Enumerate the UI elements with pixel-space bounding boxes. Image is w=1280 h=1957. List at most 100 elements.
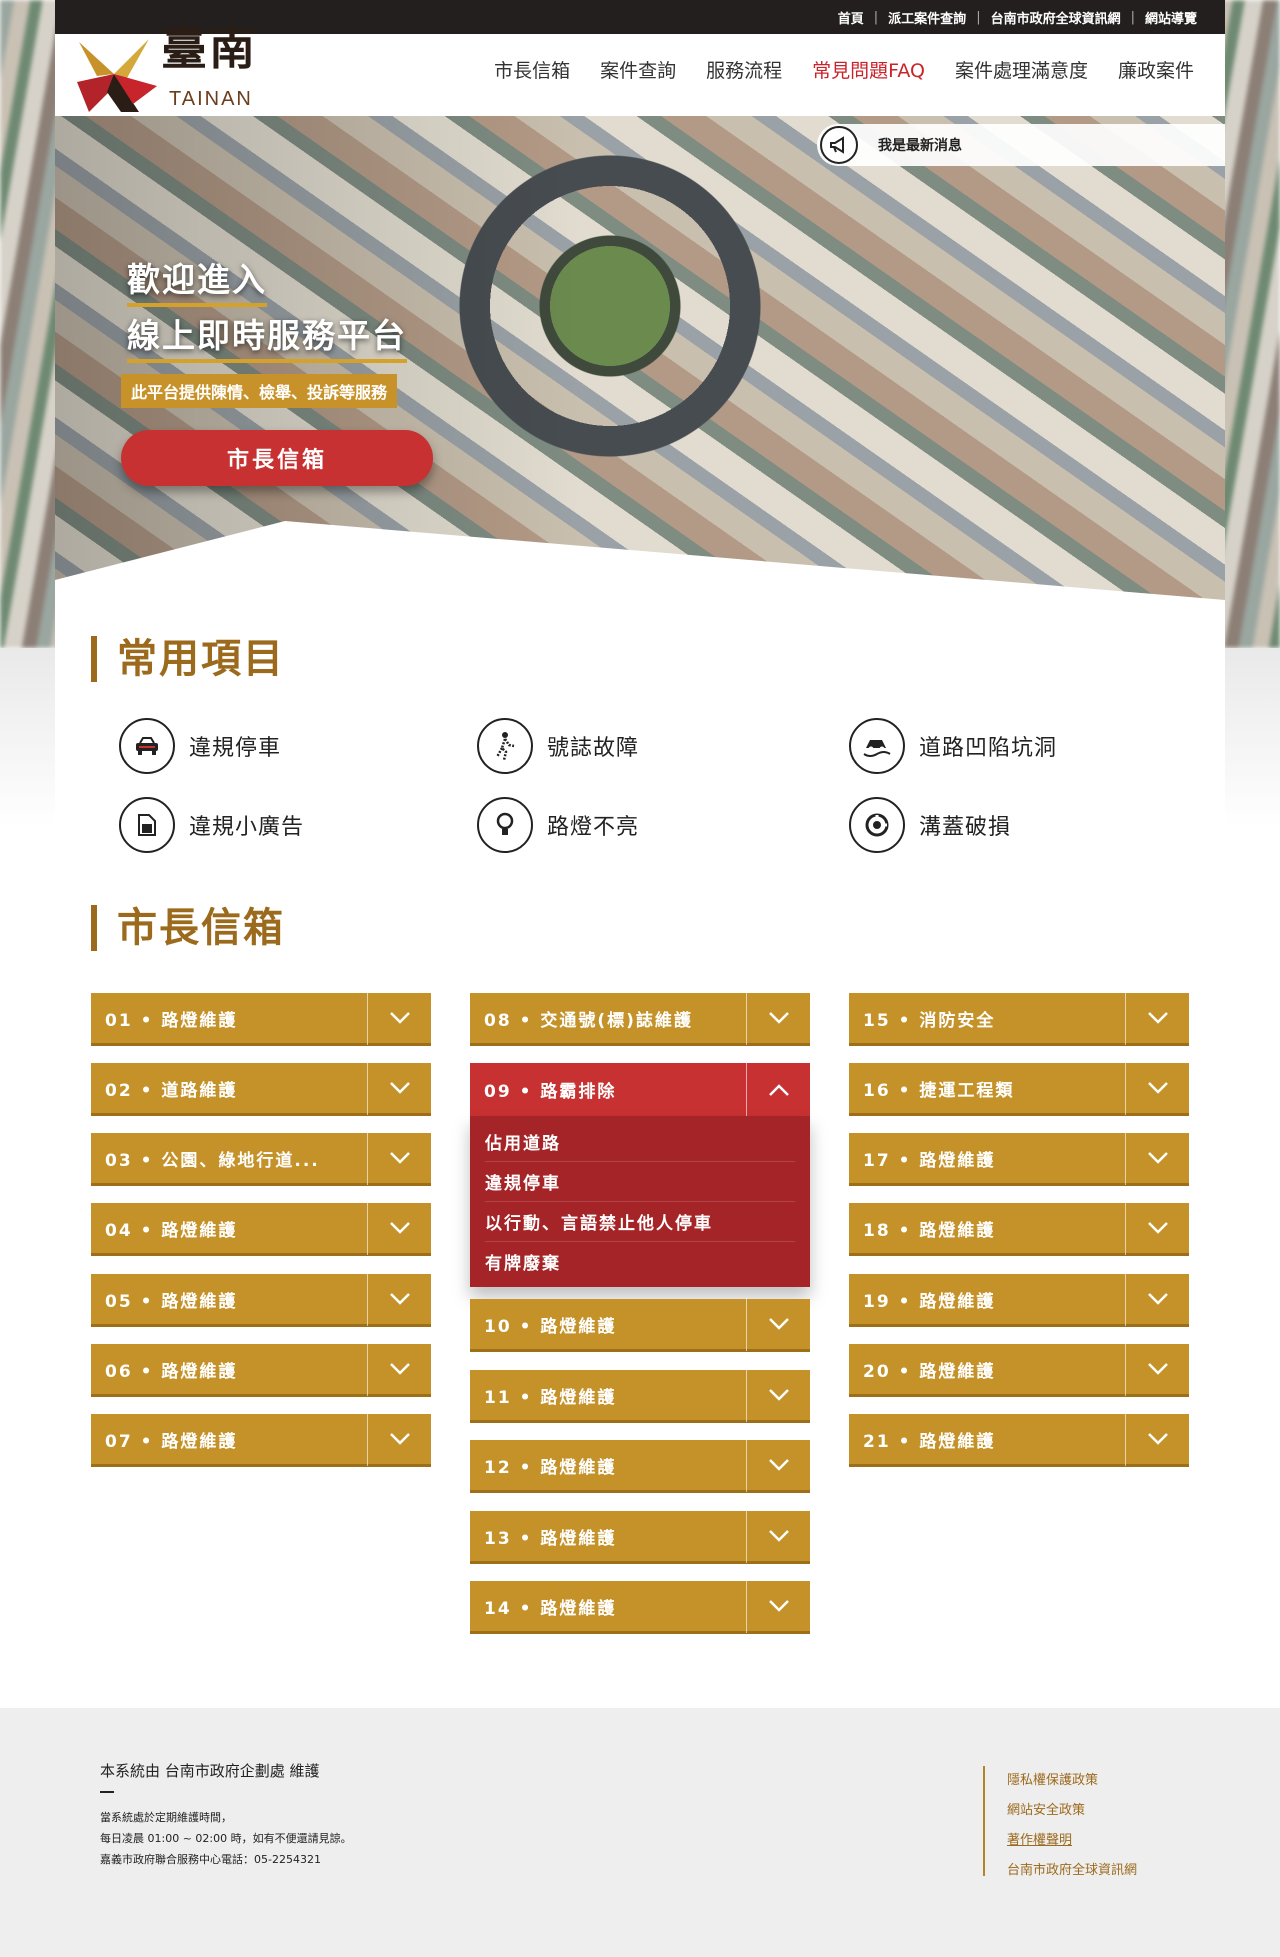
chevron-down-icon[interactable] bbox=[1125, 1412, 1189, 1466]
chevron-down-icon[interactable] bbox=[1125, 991, 1189, 1045]
accordion-item[interactable]: 19 • 路燈維護 bbox=[849, 1272, 1189, 1327]
chevron-down-icon[interactable] bbox=[1125, 1342, 1189, 1396]
accordion-item[interactable]: 18 • 路燈維護 bbox=[849, 1201, 1189, 1256]
footer-notice-line: 當系統處於定期維護時間， bbox=[100, 1811, 232, 1824]
accordion-item[interactable]: 02 • 道路維護 bbox=[91, 1061, 431, 1116]
quick-item-drain-cover[interactable]: 溝蓋破損 bbox=[849, 797, 1011, 853]
accordion-item[interactable]: 14 • 路燈維護 bbox=[470, 1579, 810, 1634]
chevron-down-icon[interactable] bbox=[1125, 1272, 1189, 1326]
nav-case-query[interactable]: 案件查詢 bbox=[585, 54, 691, 88]
site-footer: 本系統由 台南市政府企劃處 維護 當系統處於定期維護時間， 每日凌晨 01:00… bbox=[0, 1708, 1280, 1957]
hero-mayor-mailbox-button[interactable]: 市長信箱 bbox=[121, 430, 433, 486]
chevron-down-icon[interactable] bbox=[367, 991, 431, 1045]
quick-item-signal-fault[interactable]: 號誌故障 bbox=[477, 718, 639, 774]
top-links: 首頁 | 派工案件查詢 | 台南市政府全球資訊網 | 網站導覽 bbox=[828, 0, 1207, 34]
footer-notice-line: 每日凌晨 01:00 ~ 02:00 時，如有不便還請見諒。 bbox=[100, 1832, 352, 1845]
accordion-item[interactable]: 13 • 路燈維護 bbox=[470, 1509, 810, 1564]
accordion-item[interactable]: 08 • 交通號(標)誌維護 bbox=[470, 991, 810, 1046]
nav-satisfaction[interactable]: 案件處理滿意度 bbox=[940, 54, 1103, 88]
quick-item-label: 違規小廣告 bbox=[189, 815, 305, 840]
accordion-item[interactable]: 12 • 路燈維護 bbox=[470, 1438, 810, 1493]
pedestrian-signal-icon bbox=[477, 718, 533, 774]
car-icon bbox=[119, 718, 175, 774]
chevron-down-icon[interactable] bbox=[367, 1272, 431, 1326]
chevron-down-icon[interactable] bbox=[1125, 1061, 1189, 1115]
nav-integrity-cases[interactable]: 廉政案件 bbox=[1103, 54, 1209, 88]
hero-title-line1: 歡迎進入 bbox=[127, 253, 267, 307]
footer-link-security[interactable]: 網站安全政策 bbox=[1007, 1796, 1137, 1826]
quick-item-streetlight-out[interactable]: 路燈不亮 bbox=[477, 797, 639, 853]
chevron-down-icon[interactable] bbox=[367, 1061, 431, 1115]
accordion-item[interactable]: 17 • 路燈維護 bbox=[849, 1131, 1189, 1186]
chevron-down-icon[interactable] bbox=[746, 1579, 810, 1633]
submenu-item[interactable]: 有牌廢棄 bbox=[485, 1242, 795, 1281]
chevron-down-icon[interactable] bbox=[1125, 1201, 1189, 1255]
accordion-item[interactable]: 15 • 消防安全 bbox=[849, 991, 1189, 1046]
site-header: 臺南 TAINAN 市長信箱 案件查詢 服務流程 常見問題FAQ 案件處理滿意度… bbox=[55, 21, 1225, 126]
footer-links: 隱私權保護政策 網站安全政策 著作權聲明 台南市政府全球資訊網 bbox=[983, 1766, 1137, 1878]
quick-item-illegal-flyer[interactable]: 違規小廣告 bbox=[119, 797, 304, 853]
nav-service-process[interactable]: 服務流程 bbox=[691, 54, 797, 88]
quick-item-label: 道路凹陷坑洞 bbox=[919, 736, 1058, 761]
quick-item-illegal-parking[interactable]: 違規停車 bbox=[119, 718, 281, 774]
quick-item-pothole[interactable]: 道路凹陷坑洞 bbox=[849, 718, 1057, 774]
chevron-up-icon[interactable] bbox=[746, 1063, 810, 1116]
page-container: 首頁 | 派工案件查詢 | 台南市政府全球資訊網 | 網站導覽 臺南 TAINA… bbox=[55, 0, 1225, 1700]
logo-mark-icon bbox=[77, 39, 157, 112]
chevron-down-icon[interactable] bbox=[746, 1509, 810, 1563]
flyer-icon bbox=[119, 797, 175, 853]
quick-item-label: 路燈不亮 bbox=[547, 815, 640, 840]
footer-link-privacy[interactable]: 隱私權保護政策 bbox=[1007, 1766, 1137, 1796]
chevron-down-icon[interactable] bbox=[746, 991, 810, 1045]
top-link-dispatch-query[interactable]: 派工案件查詢 bbox=[878, 8, 976, 27]
footer-maintainer: 本系統由 台南市政府企劃處 維護 bbox=[100, 1762, 320, 1780]
top-link-sitemap[interactable]: 網站導覽 bbox=[1135, 8, 1207, 27]
accordion-item[interactable]: 20 • 路燈維護 bbox=[849, 1342, 1189, 1397]
accordion-item[interactable]: 06 • 路燈維護 bbox=[91, 1342, 431, 1397]
nav-faq[interactable]: 常見問題FAQ bbox=[797, 54, 940, 126]
chevron-down-icon[interactable] bbox=[746, 1368, 810, 1422]
accordion-item[interactable]: 05 • 路燈維護 bbox=[91, 1272, 431, 1327]
drain-cover-icon bbox=[849, 797, 905, 853]
main-nav: 市長信箱 案件查詢 服務流程 常見問題FAQ 案件處理滿意度 廉政案件 bbox=[479, 54, 1209, 126]
accordion-item[interactable]: 03 • 公園、綠地行道... bbox=[91, 1131, 431, 1186]
accordion-item[interactable]: 01 • 路燈維護 bbox=[91, 991, 431, 1046]
logo-text: 臺南 bbox=[161, 21, 257, 75]
quick-item-label: 違規停車 bbox=[189, 736, 282, 761]
accordion-item[interactable]: 11 • 路燈維護 bbox=[470, 1368, 810, 1423]
submenu-item[interactable]: 違規停車 bbox=[485, 1162, 795, 1202]
submenu-item[interactable]: 佔用道路 bbox=[485, 1122, 795, 1162]
chevron-down-icon[interactable] bbox=[746, 1297, 810, 1351]
footer-link-copyright[interactable]: 著作權聲明 bbox=[1007, 1826, 1137, 1856]
latest-news-bar[interactable]: 我是最新消息 bbox=[817, 124, 1225, 166]
chevron-down-icon[interactable] bbox=[746, 1438, 810, 1492]
accordion-submenu: 佔用道路 違規停車 以行動、言語禁止他人停車 有牌廢棄 bbox=[470, 1116, 810, 1287]
chevron-down-icon[interactable] bbox=[1125, 1131, 1189, 1185]
pothole-car-icon bbox=[849, 718, 905, 774]
accordion-item[interactable]: 16 • 捷運工程類 bbox=[849, 1061, 1189, 1116]
logo[interactable]: 臺南 TAINAN bbox=[69, 4, 269, 114]
accordion-item-open[interactable]: 09 • 路霸排除 bbox=[470, 1063, 810, 1116]
hero-title-line2: 線上即時服務平台 bbox=[127, 309, 407, 363]
accordion-item[interactable]: 10 • 路燈維護 bbox=[470, 1297, 810, 1352]
chevron-down-icon[interactable] bbox=[367, 1201, 431, 1255]
hero-tagline: 此平台提供陳情、檢舉、投訴等服務 bbox=[121, 374, 398, 408]
top-link-city-portal[interactable]: 台南市政府全球資訊網 bbox=[981, 8, 1131, 27]
accordion-item[interactable]: 21 • 路燈維護 bbox=[849, 1412, 1189, 1467]
hero-banner: 我是最新消息 歡迎進入 線上即時服務平台 此平台提供陳情、檢舉、投訴等服務 市長… bbox=[55, 116, 1225, 600]
bulb-icon bbox=[477, 797, 533, 853]
nav-mayor-mailbox[interactable]: 市長信箱 bbox=[479, 54, 585, 88]
submenu-item[interactable]: 以行動、言語禁止他人停車 bbox=[485, 1202, 795, 1242]
top-link-home[interactable]: 首頁 bbox=[828, 8, 874, 27]
footer-info: 本系統由 台南市政府企劃處 維護 當系統處於定期維護時間， 每日凌晨 01:00… bbox=[100, 1760, 352, 1870]
accordion-item[interactable]: 04 • 路燈維護 bbox=[91, 1201, 431, 1256]
megaphone-icon bbox=[820, 126, 858, 164]
chevron-down-icon[interactable] bbox=[367, 1412, 431, 1466]
chevron-down-icon[interactable] bbox=[367, 1131, 431, 1185]
section-title-quick: 常用項目 bbox=[91, 636, 285, 682]
chevron-down-icon[interactable] bbox=[367, 1342, 431, 1396]
footer-divider bbox=[100, 1791, 114, 1793]
footer-link-city-portal[interactable]: 台南市政府全球資訊網 bbox=[1007, 1856, 1137, 1886]
accordion-item[interactable]: 07 • 路燈維護 bbox=[91, 1412, 431, 1467]
latest-news-label: 我是最新消息 bbox=[878, 138, 962, 154]
